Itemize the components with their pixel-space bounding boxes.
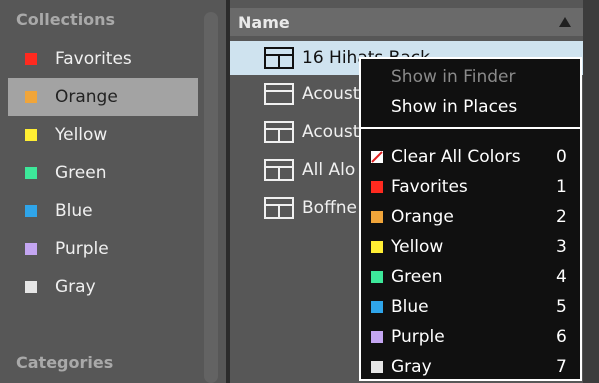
color-swatch-icon: [371, 211, 383, 223]
menu-item-label: Favorites: [391, 177, 468, 197]
color-item-purple[interactable]: Purple 6: [361, 323, 580, 351]
collection-item-gray[interactable]: Gray: [8, 268, 198, 306]
show-in-finder-item: Show in Finder: [361, 63, 580, 91]
color-swatch-icon: [25, 53, 37, 65]
collection-item-green[interactable]: Green: [8, 154, 198, 192]
categories-title: Categories: [16, 353, 114, 372]
collection-label: Blue: [55, 201, 93, 221]
sort-ascending-icon[interactable]: [559, 17, 571, 27]
menu-item-label: Orange: [391, 207, 454, 227]
collection-label: Yellow: [55, 125, 108, 145]
color-item-green[interactable]: Green 4: [361, 263, 580, 291]
file-name: Acoust: [302, 122, 360, 142]
collection-label: Favorites: [55, 49, 132, 69]
clear-color-icon: [371, 151, 383, 163]
name-column-header[interactable]: Name: [230, 8, 583, 36]
collections-list: Favorites Orange Yellow Green Blue Purpl…: [8, 40, 198, 306]
color-swatch-icon: [25, 91, 37, 103]
color-swatch-icon: [25, 243, 37, 255]
color-swatch-icon: [371, 301, 383, 313]
color-item-orange[interactable]: Orange 2: [361, 203, 580, 231]
shortcut-label: 1: [556, 177, 567, 197]
menu-item-label: Purple: [391, 327, 445, 347]
shortcut-label: 6: [556, 327, 567, 347]
menu-item-label: Gray: [391, 357, 432, 377]
collection-label: Green: [55, 163, 107, 183]
collection-item-blue[interactable]: Blue: [8, 192, 198, 230]
shortcut-label: 0: [556, 147, 567, 167]
color-item-gray[interactable]: Gray 7: [361, 353, 580, 381]
menu-item-label: Show in Places: [391, 97, 518, 117]
shortcut-label: 2: [556, 207, 567, 227]
clip-file-icon: [264, 121, 294, 143]
collections-title: Collections: [16, 10, 116, 29]
name-column-label: Name: [238, 12, 290, 32]
collection-label: Orange: [55, 87, 118, 107]
collections-panel: Collections Favorites Orange Yellow Gree…: [0, 0, 226, 383]
menu-item-label: Blue: [391, 297, 429, 317]
clip-file-icon: [264, 197, 294, 219]
menu-item-label: Yellow: [391, 237, 444, 257]
color-swatch-icon: [25, 205, 37, 217]
color-swatch-icon: [25, 167, 37, 179]
clear-all-colors-item[interactable]: Clear All Colors 0: [361, 143, 580, 171]
clip-file-icon: [264, 159, 294, 181]
collection-item-orange[interactable]: Orange: [8, 78, 198, 116]
menu-item-label: Show in Finder: [391, 67, 516, 87]
color-item-yellow[interactable]: Yellow 3: [361, 233, 580, 261]
color-swatch-icon: [25, 129, 37, 141]
color-swatch-icon: [25, 281, 37, 293]
collection-item-yellow[interactable]: Yellow: [8, 116, 198, 154]
collection-label: Gray: [55, 277, 96, 297]
clip-file-icon: [264, 83, 294, 105]
menu-item-label: Clear All Colors: [391, 147, 521, 167]
color-item-blue[interactable]: Blue 5: [361, 293, 580, 321]
show-in-places-item[interactable]: Show in Places: [361, 93, 580, 121]
collection-item-favorites[interactable]: Favorites: [8, 40, 198, 78]
file-name: Boffne: [302, 198, 358, 218]
shortcut-label: 5: [556, 297, 567, 317]
collections-scrollbar[interactable]: [204, 12, 218, 383]
color-swatch-icon: [371, 181, 383, 193]
clip-file-icon: [264, 47, 294, 69]
color-swatch-icon: [371, 361, 383, 373]
shortcut-label: 3: [556, 237, 567, 257]
menu-separator: [361, 127, 580, 129]
collection-item-purple[interactable]: Purple: [8, 230, 198, 268]
color-swatch-icon: [371, 271, 383, 283]
color-swatch-icon: [371, 241, 383, 253]
menu-item-label: Green: [391, 267, 443, 287]
shortcut-label: 4: [556, 267, 567, 287]
file-name: Acoust: [302, 84, 360, 104]
context-menu: Show in Finder Show in Places Clear All …: [359, 57, 582, 381]
browser-scrollbar[interactable]: [583, 0, 599, 383]
color-item-favorites[interactable]: Favorites 1: [361, 173, 580, 201]
collection-label: Purple: [55, 239, 109, 259]
file-name: All Alo: [302, 160, 356, 180]
shortcut-label: 7: [556, 357, 567, 377]
color-swatch-icon: [371, 331, 383, 343]
